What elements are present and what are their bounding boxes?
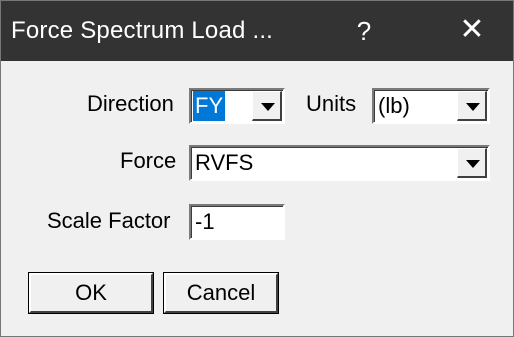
force-select[interactable]: RVFS (189, 145, 490, 181)
window-title: Force Spectrum Load ... (11, 17, 274, 44)
direction-select[interactable]: FY (189, 88, 285, 124)
ok-button-label: OK (75, 280, 107, 305)
scale-factor-value: -1 (195, 209, 215, 234)
cancel-button[interactable]: Cancel (163, 272, 279, 314)
close-icon: ✕ (459, 13, 485, 46)
force-dropdown-button[interactable] (457, 148, 487, 178)
title-bar[interactable]: Force Spectrum Load ... ? ✕ (1, 1, 513, 61)
units-label: Units (306, 91, 357, 116)
ok-button[interactable]: OK (28, 272, 154, 314)
force-spectrum-load-dialog: Force Spectrum Load ... ? ✕ Direction FY… (0, 0, 514, 337)
cancel-button-label: Cancel (186, 280, 256, 305)
units-dropdown-button[interactable] (457, 91, 487, 121)
units-selected-value: (lb) (378, 93, 410, 118)
chevron-down-icon (466, 160, 480, 168)
direction-selected-value: FY (193, 91, 226, 121)
scale-factor-label: Scale Factor (47, 208, 171, 233)
force-label: Force (120, 148, 177, 173)
chevron-down-icon (466, 103, 480, 111)
units-select[interactable]: (lb) (372, 88, 490, 124)
help-icon: ? (356, 16, 372, 46)
chevron-down-icon (261, 103, 275, 111)
scale-factor-input[interactable]: -1 (189, 204, 285, 240)
direction-label: Direction (87, 91, 174, 116)
direction-dropdown-button[interactable] (252, 91, 282, 121)
help-button[interactable]: ? (332, 1, 396, 61)
close-button[interactable]: ✕ (431, 1, 513, 61)
force-selected-value: RVFS (195, 150, 254, 175)
